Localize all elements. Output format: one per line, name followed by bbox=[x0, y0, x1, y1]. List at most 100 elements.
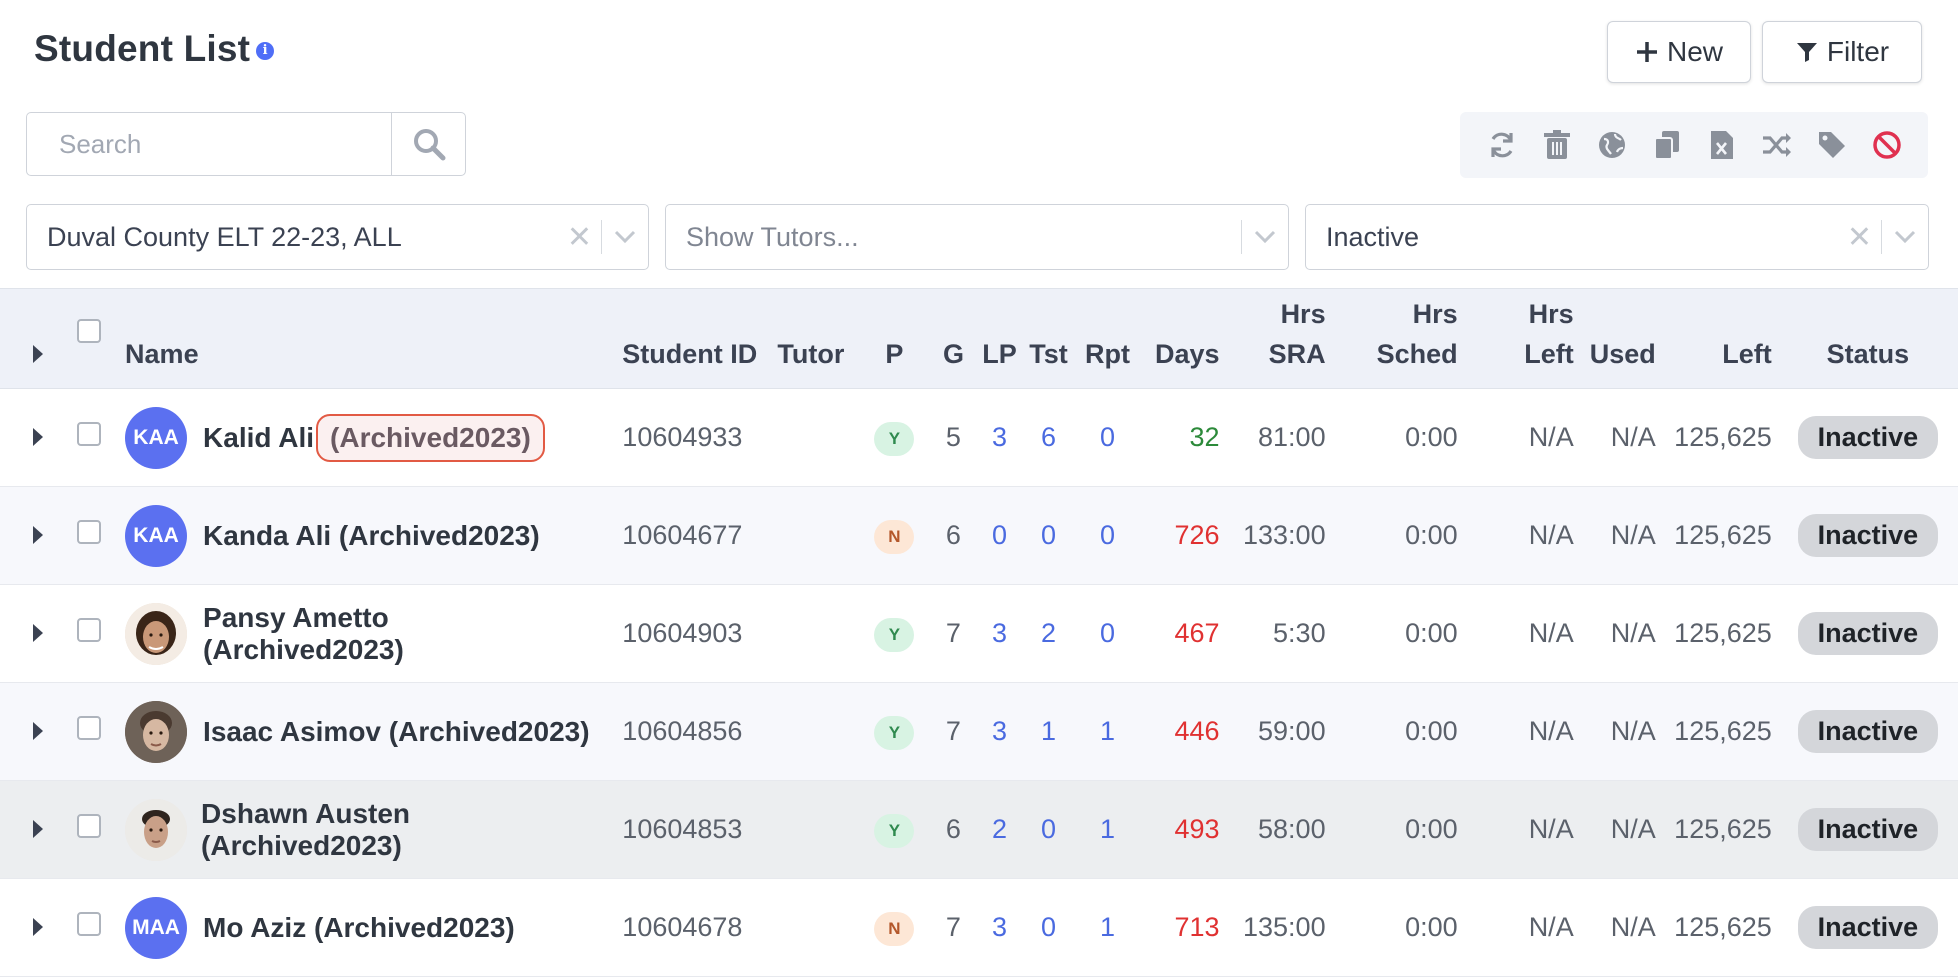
search-button[interactable] bbox=[391, 113, 465, 175]
block-icon[interactable] bbox=[1871, 129, 1903, 161]
p-badge: N bbox=[874, 911, 915, 946]
table-row[interactable]: Dshawn Austen (Archived2023) 10604853 Y 6… bbox=[0, 780, 1958, 879]
clear-program-icon[interactable]: ✕ bbox=[559, 220, 601, 255]
search-input[interactable] bbox=[27, 113, 391, 175]
globe-icon[interactable] bbox=[1596, 129, 1628, 161]
student-name-link[interactable]: Kanda Ali (Archived2023) bbox=[203, 520, 540, 552]
row-expand-toggle[interactable] bbox=[0, 879, 76, 977]
row-expand-toggle[interactable] bbox=[0, 487, 76, 585]
avatar[interactable]: KAA bbox=[125, 406, 188, 469]
hrs-left-cell: N/A bbox=[1528, 618, 1574, 648]
col-hrs-left[interactable]: Hrs Left bbox=[1463, 288, 1580, 389]
tutor-cell bbox=[776, 389, 858, 487]
row-checkbox[interactable] bbox=[77, 520, 102, 544]
row-expand-toggle[interactable] bbox=[0, 585, 76, 683]
hrs-left-cell: N/A bbox=[1528, 912, 1574, 942]
student-name-link[interactable]: Mo Aziz (Archived2023) bbox=[203, 912, 515, 944]
row-checkbox[interactable] bbox=[77, 912, 102, 936]
row-checkbox[interactable] bbox=[77, 422, 102, 446]
row-checkbox[interactable] bbox=[77, 716, 102, 740]
col-name[interactable]: Name bbox=[124, 288, 619, 389]
left-cell: 125,625 bbox=[1674, 618, 1772, 648]
trash-icon[interactable] bbox=[1541, 129, 1573, 161]
new-button[interactable]: New bbox=[1607, 21, 1751, 83]
clear-status-icon[interactable]: ✕ bbox=[1839, 220, 1881, 255]
lp-link[interactable]: 3 bbox=[976, 585, 1022, 683]
left-cell: 125,625 bbox=[1674, 422, 1772, 452]
col-rpt[interactable]: Rpt bbox=[1074, 288, 1141, 389]
col-used[interactable]: Used bbox=[1579, 288, 1662, 389]
col-student-id[interactable]: Student ID bbox=[618, 288, 777, 389]
row-expand-toggle[interactable] bbox=[0, 683, 76, 781]
col-tutor[interactable]: Tutor bbox=[776, 288, 859, 389]
lp-link[interactable]: 3 bbox=[976, 879, 1022, 977]
student-name-link[interactable]: Dshawn Austen (Archived2023) bbox=[201, 798, 410, 862]
copy-icon[interactable] bbox=[1651, 129, 1683, 161]
tag-icon[interactable] bbox=[1816, 129, 1848, 161]
expand-all-toggle[interactable] bbox=[0, 288, 77, 389]
student-name-link[interactable]: Isaac Asimov (Archived2023) bbox=[203, 716, 590, 748]
excel-icon[interactable] bbox=[1706, 129, 1738, 161]
tst-link[interactable]: 0 bbox=[1022, 879, 1074, 977]
days-cell: 32 bbox=[1189, 422, 1220, 452]
tst-link[interactable]: 1 bbox=[1022, 683, 1074, 781]
chevron-down-icon[interactable] bbox=[1242, 230, 1288, 244]
select-all-checkbox[interactable] bbox=[77, 319, 102, 343]
col-days[interactable]: Days bbox=[1140, 288, 1221, 389]
days-cell: 446 bbox=[1174, 716, 1220, 746]
avatar[interactable] bbox=[125, 700, 188, 763]
col-lp[interactable]: LP bbox=[976, 288, 1023, 389]
avatar[interactable]: KAA bbox=[125, 504, 188, 567]
lp-link[interactable]: 2 bbox=[976, 781, 1022, 879]
avatar[interactable]: MAA bbox=[125, 896, 188, 959]
avatar[interactable] bbox=[125, 602, 188, 665]
table-row[interactable]: KAA Kalid Ali (Archived2023) 10604933 Y 5… bbox=[0, 389, 1958, 487]
col-hrs-sra[interactable]: Hrs SRA bbox=[1220, 288, 1332, 389]
lp-link[interactable]: 3 bbox=[976, 389, 1022, 487]
rpt-link[interactable]: 0 bbox=[1074, 585, 1140, 683]
student-name-link[interactable]: Pansy Ametto (Archived2023) bbox=[203, 602, 404, 666]
hrs-sra-cell: 5:30 bbox=[1273, 618, 1326, 648]
p-badge: Y bbox=[874, 617, 915, 652]
row-expand-toggle[interactable] bbox=[0, 389, 76, 487]
info-icon[interactable]: i bbox=[256, 42, 275, 61]
refresh-icon[interactable] bbox=[1486, 129, 1518, 161]
student-name-link[interactable]: Kalid Ali (Archived2023) bbox=[203, 413, 545, 462]
table-row[interactable]: Isaac Asimov (Archived2023) 10604856 Y 7… bbox=[0, 682, 1958, 781]
col-left[interactable]: Left bbox=[1661, 288, 1778, 389]
rpt-link[interactable]: 0 bbox=[1074, 389, 1140, 487]
student-id: 10604853 bbox=[622, 814, 743, 844]
table-row[interactable]: Pansy Ametto (Archived2023) 10604903 Y 7 … bbox=[0, 585, 1958, 683]
search-box bbox=[26, 112, 466, 176]
tst-link[interactable]: 0 bbox=[1022, 781, 1074, 879]
rpt-link[interactable]: 0 bbox=[1074, 487, 1140, 585]
chevron-down-icon[interactable] bbox=[602, 230, 648, 244]
program-select[interactable]: Duval County ELT 22-23, ALL ✕ bbox=[26, 204, 649, 270]
table-row[interactable]: KAA Kanda Ali (Archived2023) 10604677 N … bbox=[0, 486, 1958, 585]
tutors-select[interactable]: Show Tutors... bbox=[665, 204, 1289, 270]
chevron-down-icon[interactable] bbox=[1882, 230, 1928, 244]
status-cell: Inactive bbox=[1778, 389, 1958, 487]
row-checkbox[interactable] bbox=[77, 618, 102, 642]
col-status[interactable]: Status bbox=[1777, 288, 1958, 389]
lp-link[interactable]: 3 bbox=[976, 683, 1022, 781]
tst-link[interactable]: 6 bbox=[1022, 389, 1074, 487]
student-name: Pansy Ametto bbox=[203, 601, 389, 633]
lp-link[interactable]: 0 bbox=[976, 487, 1022, 585]
avatar[interactable] bbox=[125, 798, 188, 861]
filter-button[interactable]: Filter bbox=[1762, 21, 1922, 83]
rpt-link[interactable]: 1 bbox=[1074, 879, 1140, 977]
col-hrs-sched[interactable]: Hrs Sched bbox=[1331, 288, 1464, 389]
rpt-link[interactable]: 1 bbox=[1074, 683, 1140, 781]
table-row[interactable]: MAA Mo Aziz (Archived2023) 10604678 N 7 … bbox=[0, 879, 1958, 977]
status-select[interactable]: Inactive ✕ bbox=[1305, 204, 1929, 270]
rpt-link[interactable]: 1 bbox=[1074, 781, 1140, 879]
col-p[interactable]: P bbox=[858, 288, 931, 389]
tst-link[interactable]: 0 bbox=[1022, 487, 1074, 585]
col-tst[interactable]: Tst bbox=[1022, 288, 1075, 389]
col-g[interactable]: G bbox=[930, 288, 977, 389]
shuffle-icon[interactable] bbox=[1761, 129, 1793, 161]
tst-link[interactable]: 2 bbox=[1022, 585, 1074, 683]
row-expand-toggle[interactable] bbox=[0, 781, 76, 879]
row-checkbox[interactable] bbox=[77, 814, 102, 838]
